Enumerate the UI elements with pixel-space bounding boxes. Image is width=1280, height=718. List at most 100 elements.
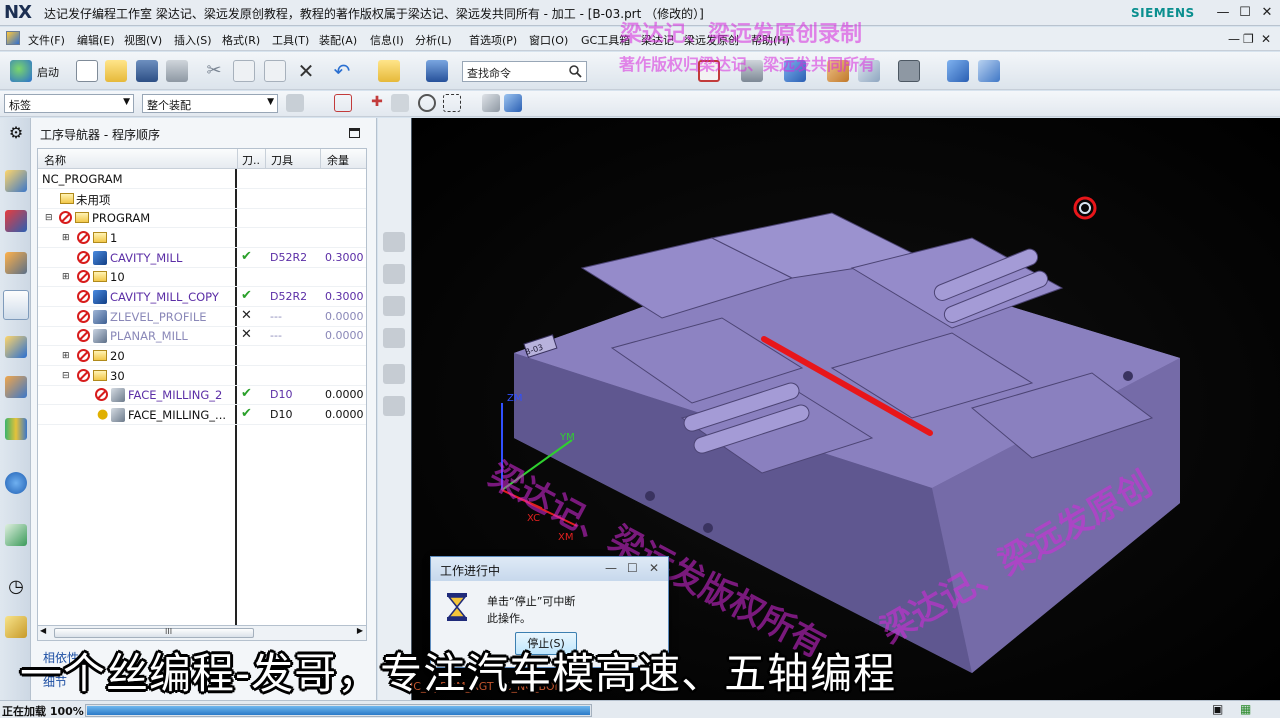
- clock-icon[interactable]: ◷: [5, 576, 27, 598]
- layer-icon[interactable]: [898, 60, 920, 82]
- table-row[interactable]: ⊞ 1: [38, 228, 366, 248]
- dialog-titlebar[interactable]: 工作进行中 — ☐ ✕: [431, 557, 668, 581]
- table-row[interactable]: ⊞ 20: [38, 346, 366, 366]
- history-icon[interactable]: [5, 524, 27, 546]
- column-separator[interactable]: [237, 149, 238, 169]
- expand-icon[interactable]: ⊞: [62, 272, 70, 282]
- move-object-icon[interactable]: [978, 60, 1000, 82]
- network-icon[interactable]: ▦: [1240, 702, 1251, 716]
- column-separator[interactable]: [320, 149, 321, 169]
- collapse-icon[interactable]: ⊟: [62, 371, 70, 381]
- maximize-icon[interactable]: ☐: [1236, 4, 1254, 22]
- operation-navigator-icon[interactable]: [3, 290, 29, 320]
- shop-doc-icon[interactable]: [383, 364, 405, 384]
- menu-view[interactable]: 视图(V): [124, 32, 162, 48]
- table-row[interactable]: ⊞ 10: [38, 267, 366, 287]
- save-icon[interactable]: [136, 60, 158, 82]
- menu-tools[interactable]: 工具(T): [272, 32, 309, 48]
- minimize-icon[interactable]: —: [1214, 4, 1232, 22]
- doc-close-icon[interactable]: ✕: [1261, 32, 1271, 46]
- rectangle-select-icon[interactable]: [443, 94, 461, 112]
- menu-analysis[interactable]: 分析(L): [415, 32, 452, 48]
- hd3d-tools-icon[interactable]: [5, 418, 27, 440]
- menu-window[interactable]: 窗口(O): [529, 32, 568, 48]
- select-icon[interactable]: ✚: [368, 94, 386, 112]
- new-file-icon[interactable]: [76, 60, 98, 82]
- system-menu-icon[interactable]: [6, 31, 20, 45]
- menu-assembly[interactable]: 装配(A): [319, 32, 357, 48]
- column-header-toolpath[interactable]: 刀..: [242, 152, 260, 168]
- deselect-icon[interactable]: [391, 94, 409, 112]
- machine-tool-navigator-icon[interactable]: [5, 336, 27, 358]
- settings-gear-icon[interactable]: ⚙: [5, 122, 27, 144]
- constraint-navigator-icon[interactable]: [5, 210, 27, 232]
- column-header-name[interactable]: 名称: [44, 152, 66, 168]
- circle-select-icon[interactable]: [418, 94, 436, 112]
- print-icon[interactable]: [166, 60, 188, 82]
- dialog-maximize-icon[interactable]: ☐: [627, 561, 638, 575]
- table-row[interactable]: 未用项: [38, 189, 366, 209]
- expand-icon[interactable]: ⊞: [62, 351, 70, 361]
- cut-icon[interactable]: ✂: [203, 60, 225, 82]
- command-finder-icon[interactable]: [426, 60, 448, 82]
- type-filter-combo[interactable]: 标签 ▼: [4, 94, 134, 113]
- web-browser-icon[interactable]: [5, 472, 27, 494]
- command-search-input[interactable]: 查找命令: [462, 61, 587, 82]
- face-select-icon[interactable]: [504, 94, 522, 112]
- dialog-minimize-icon[interactable]: —: [605, 561, 617, 575]
- search-icon[interactable]: [568, 64, 582, 78]
- scroll-left-icon[interactable]: ◀: [40, 626, 46, 635]
- simulate-icon[interactable]: [383, 296, 405, 316]
- table-row[interactable]: CAVITY_MILL ✔ D52R2 0.3000: [38, 248, 366, 268]
- part-navigator-icon[interactable]: [5, 252, 27, 274]
- table-row[interactable]: NC_PROGRAM: [38, 169, 366, 189]
- assembly-navigator-icon[interactable]: [5, 170, 27, 192]
- tool-path-icon[interactable]: [383, 232, 405, 252]
- selection-scope-combo[interactable]: 整个装配 ▼: [142, 94, 278, 113]
- scrollbar-thumb[interactable]: III: [54, 627, 254, 638]
- copy-icon[interactable]: [233, 60, 255, 82]
- horizontal-scrollbar[interactable]: ◀ III ▶: [37, 625, 367, 641]
- table-row[interactable]: FACE_MILLING_2 ✔ D10 0.0000: [38, 385, 366, 405]
- collapse-icon[interactable]: ⊟: [45, 213, 53, 223]
- fullscreen-icon[interactable]: ▣: [1212, 702, 1223, 716]
- open-folder-icon[interactable]: [105, 60, 127, 82]
- wcs-icon[interactable]: [947, 60, 969, 82]
- close-icon[interactable]: ✕: [1258, 4, 1276, 22]
- start-button[interactable]: 启动: [37, 64, 59, 80]
- table-row[interactable]: ● FACE_MILLING_... ✔ D10 0.0000: [38, 405, 366, 425]
- menu-edit[interactable]: 编辑(E): [77, 32, 115, 48]
- verify-icon[interactable]: [383, 264, 405, 284]
- body-select-icon[interactable]: [482, 94, 500, 112]
- dialog-close-icon[interactable]: ✕: [649, 561, 659, 575]
- expand-icon[interactable]: ⊞: [62, 233, 70, 243]
- start-icon[interactable]: [10, 60, 32, 82]
- system-materials-icon[interactable]: [5, 616, 27, 638]
- paste-icon[interactable]: [264, 60, 286, 82]
- table-row[interactable]: CAVITY_MILL_COPY ✔ D52R2 0.3000: [38, 287, 366, 307]
- snap-point-icon[interactable]: [334, 94, 352, 112]
- doc-minimize-icon[interactable]: —: [1228, 32, 1240, 46]
- table-row[interactable]: PLANAR_MILL ✕ --- 0.0000: [38, 326, 366, 346]
- menu-preferences[interactable]: 首选项(P): [469, 32, 517, 48]
- doc-restore-icon[interactable]: ❐: [1243, 32, 1254, 46]
- menu-insert[interactable]: 插入(S): [174, 32, 212, 48]
- column-separator[interactable]: [265, 149, 266, 169]
- menu-format[interactable]: 格式(R): [222, 32, 260, 48]
- table-row[interactable]: ⊟ PROGRAM: [38, 208, 366, 228]
- postprocess-icon[interactable]: [383, 328, 405, 348]
- column-header-tool[interactable]: 刀具: [271, 152, 293, 168]
- output-cls-icon[interactable]: [383, 396, 405, 416]
- delete-icon[interactable]: ✕: [295, 60, 317, 82]
- menu-info[interactable]: 信息(I): [370, 32, 404, 48]
- maximize-panel-icon[interactable]: [349, 128, 360, 138]
- menu-file[interactable]: 文件(F): [28, 32, 65, 48]
- table-row[interactable]: ZLEVEL_PROFILE ✕ --- 0.0000: [38, 307, 366, 327]
- reuse-library-icon[interactable]: [5, 376, 27, 398]
- column-header-stock[interactable]: 余量: [327, 152, 349, 168]
- general-filter-icon[interactable]: [286, 94, 304, 112]
- undo-icon[interactable]: ↶: [331, 60, 353, 82]
- scroll-right-icon[interactable]: ▶: [357, 626, 363, 635]
- open-recent-icon[interactable]: [378, 60, 400, 82]
- table-row[interactable]: ⊟ 30: [38, 366, 366, 386]
